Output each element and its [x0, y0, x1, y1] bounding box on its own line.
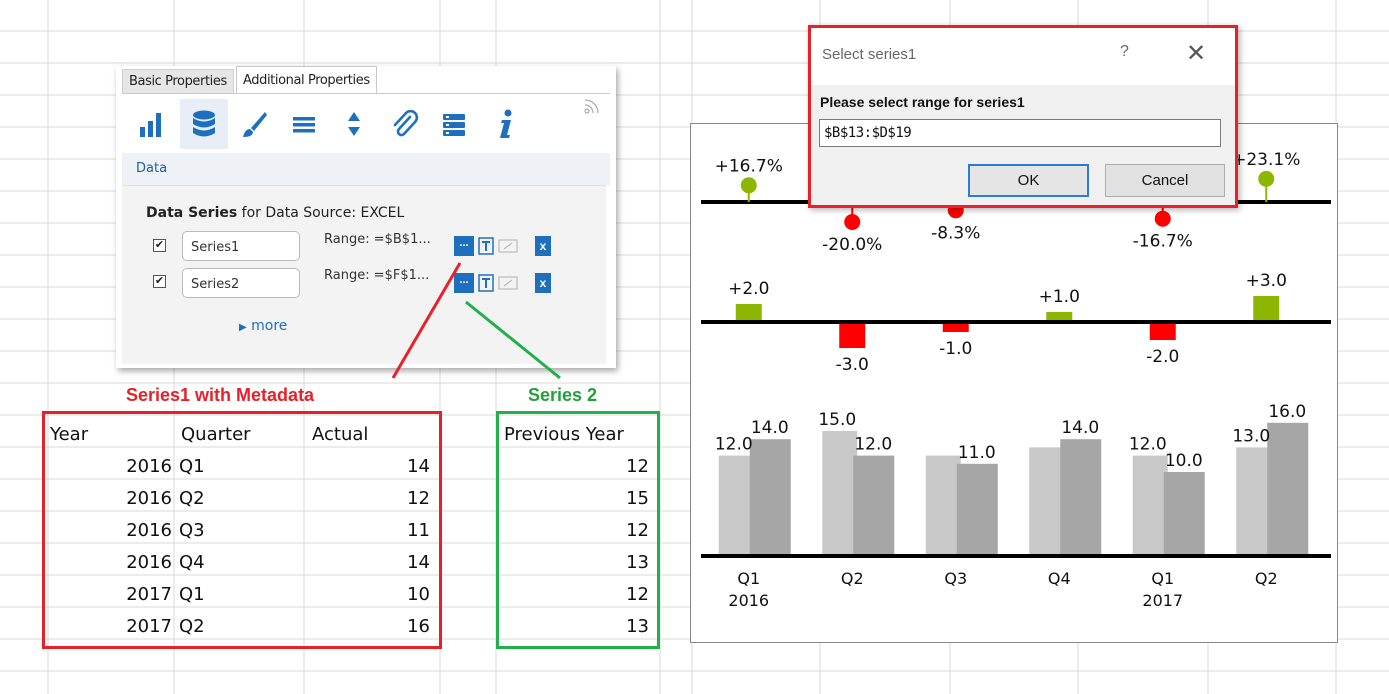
previous-year-bar	[822, 431, 858, 554]
series2-annotation: Series 2	[528, 385, 598, 405]
relative-variance-marker	[740, 177, 757, 194]
brush-icon[interactable]	[230, 99, 278, 149]
feed-icon[interactable]	[582, 96, 602, 121]
chart-icon[interactable]	[128, 99, 176, 149]
cancel-button[interactable]: Cancel	[1105, 164, 1225, 197]
link-disabled-icon	[498, 236, 520, 261]
server-list-icon[interactable]	[430, 99, 478, 149]
category-label: Q1	[1151, 569, 1174, 588]
dialog-body: Please select range for series1 $B$13:$D…	[811, 85, 1235, 205]
previous-year-bar	[718, 455, 754, 554]
series2-checkbox[interactable]: ✔	[153, 275, 166, 288]
info-icon[interactable]	[482, 99, 530, 149]
series2-range: Range: =$F$1...	[324, 268, 430, 283]
actual-bar	[853, 455, 895, 554]
text-format-icon[interactable]	[478, 236, 496, 261]
relative-variance-label: +16.7%	[715, 156, 783, 176]
series1-annotation: Series1 with Metadata	[126, 385, 315, 405]
paperclip-icon[interactable]	[380, 99, 428, 149]
actual-label: 11.0	[958, 443, 996, 463]
actual-label: 16.0	[1268, 402, 1306, 422]
series2-name-input[interactable]: Series2	[182, 268, 300, 298]
actual-bar	[749, 439, 791, 554]
series2-range-picker-button[interactable]: ...	[454, 273, 474, 293]
properties-panel: Basic Properties Additional Properties D…	[116, 66, 616, 368]
relative-variance-label: -16.7%	[1133, 232, 1193, 252]
series1-name-input[interactable]: Series1	[182, 231, 300, 261]
absolute-variance-bar	[1149, 324, 1176, 340]
relative-variance-marker	[844, 214, 861, 230]
category-label: Q4	[1048, 569, 1071, 588]
category-label: Q1	[737, 569, 760, 588]
previous-year-bar	[1132, 455, 1168, 554]
series2-highlight-box	[496, 411, 660, 649]
caret-right-icon: ▶	[239, 322, 247, 333]
help-icon[interactable]: ?	[1120, 43, 1129, 61]
actual-bar	[1060, 439, 1102, 554]
series2-remove-button[interactable]: x	[535, 273, 551, 293]
previous-year-label: 12.0	[1129, 435, 1167, 455]
text-format-icon[interactable]	[478, 273, 496, 298]
absolute-variance-label: +3.0	[1246, 271, 1287, 291]
dialog-title: Select series1	[822, 46, 917, 63]
close-icon[interactable]: ✕	[1186, 39, 1206, 68]
absolute-variance-label: -3.0	[836, 355, 869, 375]
absolute-variance-bar	[839, 324, 866, 348]
absolute-variance-bar	[942, 324, 969, 332]
absolute-variance-bar	[1046, 312, 1073, 320]
absolute-variance-bar	[1253, 296, 1280, 320]
more-link[interactable]: ▶ more	[239, 317, 287, 335]
absolute-variance-label: -1.0	[939, 339, 972, 359]
series1-range-picker-button[interactable]: ...	[454, 236, 474, 256]
category-label: Q2	[841, 569, 864, 588]
series1-range: Range: =$B$1...	[324, 232, 431, 247]
category-label: Q2	[1255, 569, 1278, 588]
actual-label: 14.0	[1061, 418, 1099, 438]
series1-remove-button[interactable]: x	[535, 236, 551, 256]
previous-year-label: 13.0	[1232, 426, 1270, 446]
data-section-title: Data	[136, 161, 168, 176]
absolute-variance-bar	[735, 304, 762, 320]
category-label: Q3	[944, 569, 967, 588]
previous-year-bar	[1029, 447, 1065, 554]
tab-additional-properties[interactable]: Additional Properties	[236, 66, 377, 94]
absolute-variance-label: -2.0	[1146, 347, 1179, 367]
data-section-header: Data	[122, 153, 610, 185]
actual-label: 10.0	[1165, 451, 1203, 471]
properties-toolbar	[122, 93, 610, 154]
actual-label: 12.0	[854, 435, 892, 455]
relative-variance-label: +23.1%	[1232, 150, 1300, 170]
previous-year-label: 15.0	[818, 410, 856, 430]
category-label: 2016	[728, 591, 769, 610]
actual-label: 14.0	[751, 418, 789, 438]
lines-icon[interactable]	[280, 99, 328, 149]
actual-bar	[1267, 422, 1309, 554]
relative-variance-marker	[1154, 210, 1171, 227]
tab-basic-properties[interactable]: Basic Properties	[122, 69, 234, 94]
previous-year-bar	[925, 455, 961, 554]
absolute-variance-label: +2.0	[728, 279, 769, 299]
dialog-prompt: Please select range for series1	[820, 94, 1025, 110]
category-label: 2017	[1142, 591, 1183, 610]
sort-arrows-icon[interactable]	[330, 99, 378, 149]
database-icon[interactable]	[180, 99, 228, 149]
series1-highlight-box	[42, 411, 442, 649]
actual-bar	[1163, 472, 1205, 554]
select-series-dialog: Select series1 ? ✕ Please select range f…	[808, 25, 1238, 208]
actual-bar	[956, 463, 998, 554]
ok-button[interactable]: OK	[968, 164, 1089, 197]
series1-checkbox[interactable]: ✔	[153, 239, 166, 252]
range-input[interactable]: $B$13:$D$19	[819, 119, 1221, 147]
absolute-variance-label: +1.0	[1039, 287, 1080, 307]
relative-variance-label: -20.0%	[822, 235, 882, 255]
previous-year-bar	[1236, 447, 1272, 554]
data-series-section: Data Series for Data Source: EXCEL ✔ Ser…	[122, 185, 606, 364]
relative-variance-label: -8.3%	[931, 223, 980, 243]
link-disabled-icon	[498, 273, 520, 298]
relative-variance-marker	[1258, 170, 1275, 187]
data-source-label: Data Series for Data Source: EXCEL	[146, 205, 405, 221]
previous-year-label: 12.0	[715, 435, 753, 455]
